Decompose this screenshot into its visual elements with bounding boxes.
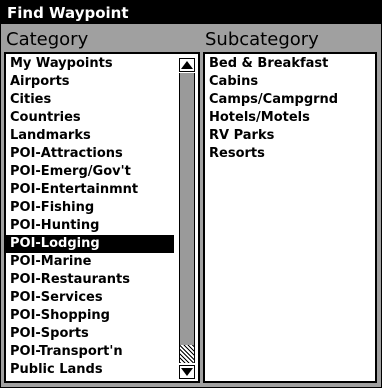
category-scrollbar[interactable] <box>178 56 196 379</box>
subcategory-list[interactable]: Bed & Breakfast Cabins Camps/Campgrnd Hotel… <box>203 52 377 383</box>
list-item[interactable]: Waterways <box>6 379 174 381</box>
list-item[interactable]: POI-Shopping <box>6 307 174 325</box>
list-item[interactable]: POI-Lodging <box>6 235 174 253</box>
list-item[interactable]: POI-Attractions <box>6 145 174 163</box>
subcategory-header: Subcategory <box>205 29 319 50</box>
list-item[interactable]: Countries <box>6 109 174 127</box>
list-item[interactable]: Camps/Campgrnd <box>205 91 375 109</box>
scroll-track[interactable] <box>179 73 195 363</box>
triangle-up-icon <box>181 61 193 69</box>
list-item[interactable]: POI-Emerg/Gov't <box>6 163 174 181</box>
list-item[interactable]: POI-Entertainmnt <box>6 181 174 199</box>
category-list[interactable]: My Waypoints Airports Cities Countries Landm… <box>4 52 200 383</box>
list-item[interactable]: POI-Restaurants <box>6 271 174 289</box>
list-item[interactable]: Cabins <box>205 73 375 91</box>
list-item[interactable]: POI-Services <box>6 289 174 307</box>
list-item[interactable]: Cities <box>6 91 174 109</box>
triangle-down-icon <box>181 368 193 376</box>
list-item[interactable]: POI-Hunting <box>6 217 174 235</box>
list-item[interactable]: Landmarks <box>6 127 174 145</box>
list-item[interactable]: My Waypoints <box>6 55 174 73</box>
list-item[interactable]: Airports <box>6 73 174 91</box>
list-item[interactable]: POI-Marine <box>6 253 174 271</box>
find-waypoint-screen: Find Waypoint Category Subcategory My Wa… <box>0 0 382 388</box>
list-item[interactable]: POI-Sports <box>6 325 174 343</box>
list-item[interactable]: Resorts <box>205 145 375 163</box>
list-item[interactable]: Bed & Breakfast <box>205 55 375 73</box>
list-item[interactable]: POI-Fishing <box>6 199 174 217</box>
category-header: Category <box>6 29 89 50</box>
window-title: Find Waypoint <box>3 3 379 24</box>
list-item[interactable]: RV Parks <box>205 127 375 145</box>
list-item[interactable]: Hotels/Motels <box>205 109 375 127</box>
scroll-thumb[interactable] <box>180 345 194 363</box>
scroll-up-button[interactable] <box>179 58 195 72</box>
list-item[interactable]: Public Lands <box>6 361 174 379</box>
scroll-down-button[interactable] <box>179 365 195 379</box>
list-item[interactable]: POI-Transport'n <box>6 343 174 361</box>
